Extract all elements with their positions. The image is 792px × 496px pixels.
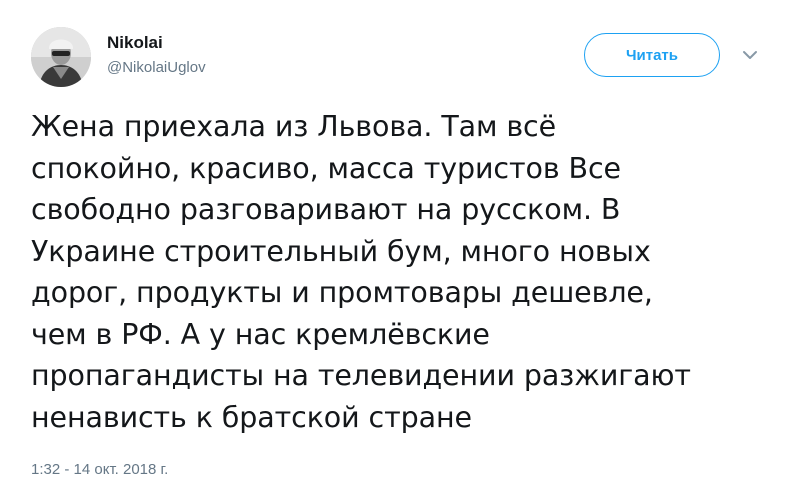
tweet-text-line: Жена приехала из Львова. Там всё	[31, 110, 557, 143]
tweet-card: Nikolai @NikolaiUglov Читать Жена приеха…	[0, 0, 792, 496]
tweet-text-line: чем в РФ. А у нас кремлёвские	[31, 317, 490, 351]
display-name[interactable]: Nikolai	[107, 32, 206, 54]
chevron-down-icon[interactable]	[741, 46, 759, 64]
tweet-timestamp[interactable]: 1:32 - 14 окт. 2018 г.	[31, 460, 168, 480]
follow-button[interactable]: Читать	[584, 33, 720, 77]
avatar-photo	[31, 27, 91, 87]
tweet-text-line: дорог, продукты и промтовары дешевле,	[31, 276, 653, 309]
tweet-text-line: ненависть к братской стране	[31, 400, 472, 434]
author-block: Nikolai @NikolaiUglov	[107, 32, 206, 78]
avatar[interactable]	[31, 27, 91, 87]
tweet-text: Жена приехала из Львова. Там всё спокойн…	[31, 106, 771, 438]
tweet-text-line: свободно разговаривают на русском. В	[31, 193, 621, 226]
tweet-text-line: Украине строительный бум, много новых	[31, 234, 651, 268]
tweet-text-line: пропагандисты на телевидении разжигают	[31, 359, 691, 392]
tweet-text-line: спокойно, красиво, масса туристов Все	[31, 151, 621, 185]
screen-name[interactable]: @NikolaiUglov	[107, 58, 206, 78]
